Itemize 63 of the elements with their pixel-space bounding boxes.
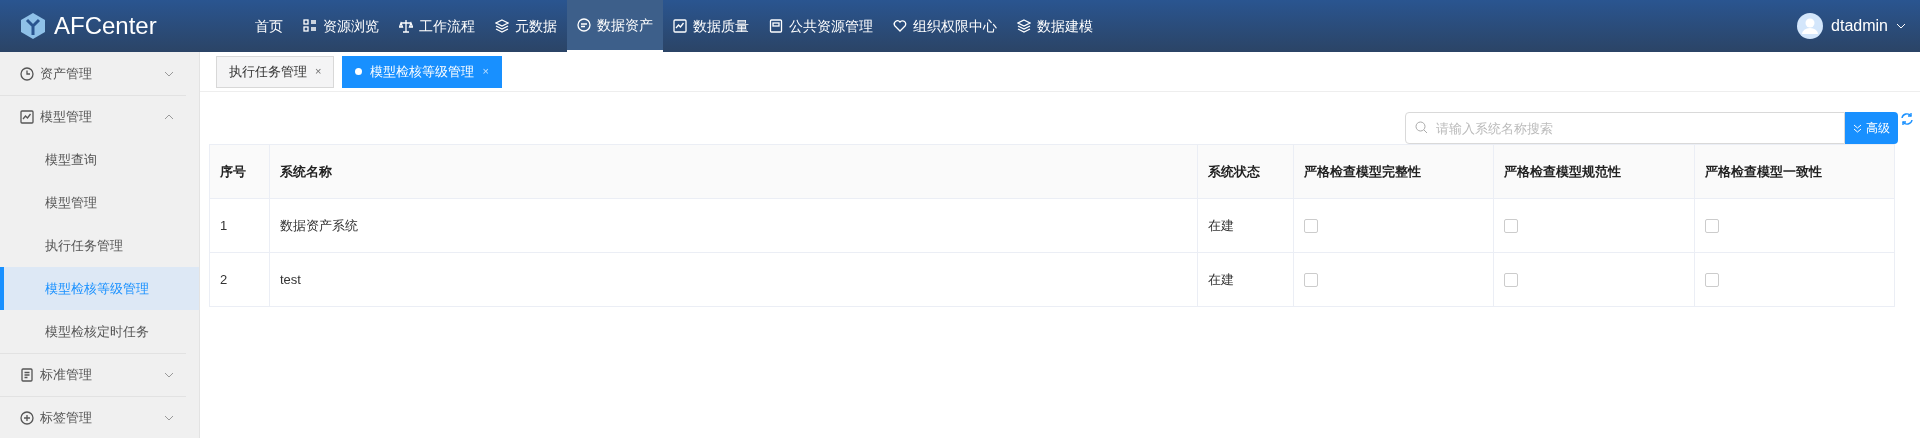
table-cell: 在建 bbox=[1197, 252, 1294, 307]
table-cell: 数据资产系统 bbox=[269, 198, 1198, 253]
checkbox[interactable] bbox=[1504, 273, 1519, 288]
nav-tab[interactable]: 资源浏览 bbox=[293, 0, 389, 52]
column-header: 严格检查模型完整性 bbox=[1293, 144, 1494, 199]
expand-icon[interactable] bbox=[164, 70, 174, 77]
checkbox[interactable] bbox=[1705, 273, 1720, 288]
nav-tab[interactable]: 元数据 bbox=[485, 0, 567, 52]
expand-icon[interactable] bbox=[164, 415, 174, 421]
column-header: 系统状态 bbox=[1197, 144, 1294, 199]
chart-icon bbox=[673, 19, 687, 33]
nav-tab[interactable]: 数据资产 bbox=[567, 0, 663, 52]
save-icon bbox=[769, 19, 783, 33]
clock-icon bbox=[20, 66, 34, 81]
layers-icon bbox=[495, 19, 509, 33]
close-icon[interactable]: × bbox=[315, 63, 322, 80]
search-field[interactable]: 请输入系统名称搜索 bbox=[1405, 112, 1845, 144]
document-icon bbox=[20, 368, 34, 382]
table-cell: test bbox=[269, 252, 1198, 307]
caret-icon[interactable] bbox=[1896, 23, 1906, 29]
refresh-icon[interactable] bbox=[1900, 112, 1914, 126]
search-icon bbox=[1415, 121, 1428, 134]
column-header: 系统名称 bbox=[269, 144, 1198, 199]
sidebar-item[interactable]: 模型查询 bbox=[0, 138, 199, 181]
column-header: 严格检查模型规范性 bbox=[1493, 144, 1695, 199]
table-cell: 2 bbox=[209, 252, 270, 307]
layers-icon bbox=[1017, 19, 1031, 33]
table-cell: 1 bbox=[209, 198, 270, 253]
chevrons-down-icon bbox=[1853, 123, 1862, 133]
scale-icon bbox=[399, 19, 413, 33]
grid-icon bbox=[303, 19, 317, 33]
sidebar-group[interactable]: 模型管理 bbox=[40, 107, 92, 127]
add-icon bbox=[20, 411, 34, 425]
sidebar-item[interactable]: 执行任务管理 bbox=[0, 224, 199, 267]
checkbox[interactable] bbox=[1705, 219, 1720, 234]
checkbox[interactable] bbox=[1304, 219, 1319, 234]
nav-tab[interactable]: 首页 bbox=[245, 0, 293, 52]
nav-tab[interactable]: 组织权限中心 bbox=[883, 0, 1007, 52]
table-cell: 在建 bbox=[1197, 198, 1294, 253]
nav-tab[interactable]: 数据质量 bbox=[663, 0, 759, 52]
logo-icon bbox=[20, 12, 46, 40]
chat-icon bbox=[577, 18, 591, 32]
expand-icon[interactable] bbox=[164, 372, 174, 378]
checkbox[interactable] bbox=[1304, 273, 1319, 288]
sidebar-group[interactable]: 标签管理 bbox=[40, 408, 92, 428]
avatar-icon[interactable] bbox=[1797, 13, 1824, 39]
sidebar-group[interactable]: 资产管理 bbox=[40, 63, 92, 84]
tab-label[interactable]: 执行任务管理 bbox=[229, 61, 307, 82]
column-header: 序号 bbox=[209, 144, 270, 199]
checkbox[interactable] bbox=[1504, 219, 1519, 234]
user-menu[interactable]: dtadmin bbox=[1831, 14, 1888, 38]
nav-tab[interactable]: 数据建模 bbox=[1007, 0, 1103, 52]
sidebar-item[interactable]: 模型检核定时任务 bbox=[0, 310, 199, 353]
chart-icon bbox=[20, 110, 34, 124]
column-header: 严格检查模型一致性 bbox=[1694, 144, 1895, 199]
heart-icon bbox=[893, 19, 907, 33]
sidebar-item[interactable]: 模型管理 bbox=[0, 181, 199, 224]
active-dot-icon bbox=[355, 68, 363, 75]
logo-text: AFCenter bbox=[54, 11, 157, 41]
nav-tab[interactable]: 公共资源管理 bbox=[759, 0, 883, 52]
collapse-icon[interactable] bbox=[164, 114, 174, 120]
nav-tab[interactable]: 工作流程 bbox=[389, 0, 485, 52]
sidebar-group[interactable]: 标准管理 bbox=[40, 365, 92, 385]
